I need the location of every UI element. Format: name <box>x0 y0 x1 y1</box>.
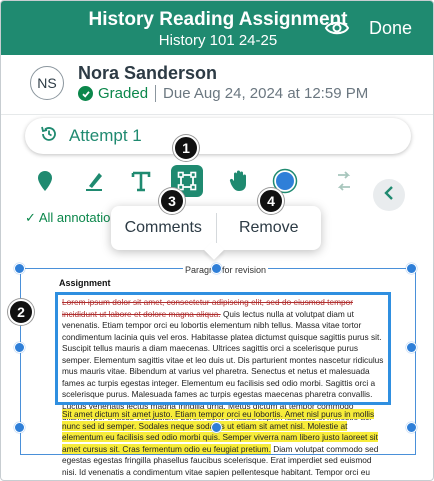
status-divider <box>155 85 157 102</box>
second-paragraph: Sit amet dictum sit amet justo. Etiam te… <box>62 409 384 480</box>
check-icon: ✓ <box>25 210 36 225</box>
paragraph-annotation-label: Paragr 1 for revision <box>183 265 269 275</box>
due-date: Due Aug 24, 2024 at 12:59 PM <box>163 85 369 102</box>
resize-handle-top-left[interactable] <box>14 263 25 274</box>
history-icon <box>39 124 59 149</box>
collapse-toolbar-button[interactable] <box>373 179 405 211</box>
annotation-context-menu: Comments Remove <box>111 206 321 260</box>
eye-icon[interactable] <box>324 17 350 39</box>
callout-3: 3 <box>159 188 185 214</box>
graded-status: Graded <box>98 85 149 102</box>
callout-4: 4 <box>258 188 284 214</box>
pin-icon[interactable] <box>29 165 61 197</box>
text-icon[interactable] <box>125 165 157 197</box>
hand-icon[interactable] <box>223 165 255 197</box>
document-heading: Assignment <box>59 278 111 288</box>
attempt-selector[interactable]: Attempt 1 <box>25 118 411 154</box>
chevron-left-icon <box>382 185 396 206</box>
resize-handle-left[interactable] <box>14 342 25 353</box>
redo-icon[interactable] <box>328 165 360 197</box>
section-divider <box>1 114 433 115</box>
annotations-filter-label: All annotatio <box>38 210 111 225</box>
resize-handle-top-right[interactable] <box>406 263 417 274</box>
avatar[interactable]: NS <box>30 66 64 100</box>
attempt-label: Attempt 1 <box>69 126 142 145</box>
done-button[interactable]: Done <box>369 18 412 39</box>
highlighter-icon[interactable] <box>78 165 110 197</box>
header-bar: History Reading Assignment History 101 2… <box>1 1 433 55</box>
callout-1: 1 <box>173 135 199 161</box>
callout-2: 2 <box>8 299 34 325</box>
resize-handle-bottom-left[interactable] <box>14 422 25 433</box>
remove-menu-item[interactable]: Remove <box>216 219 321 237</box>
resize-handle-bottom[interactable] <box>211 422 222 433</box>
comments-menu-item[interactable]: Comments <box>111 219 216 237</box>
box-annotation[interactable] <box>55 292 391 405</box>
check-circle-icon <box>78 86 93 101</box>
annotations-filter[interactable]: ✓ All annotatio <box>25 210 110 226</box>
speedgrader-screen: History Reading Assignment History 101 2… <box>0 0 434 481</box>
student-name[interactable]: Nora Sanderson <box>78 63 217 84</box>
resize-handle-right[interactable] <box>406 342 417 353</box>
submission-status-row: Graded Due Aug 24, 2024 at 12:59 PM <box>78 85 368 102</box>
resize-handle-bottom-right[interactable] <box>406 422 417 433</box>
popup-arrow <box>204 240 224 260</box>
resize-handle-top[interactable] <box>211 263 222 274</box>
